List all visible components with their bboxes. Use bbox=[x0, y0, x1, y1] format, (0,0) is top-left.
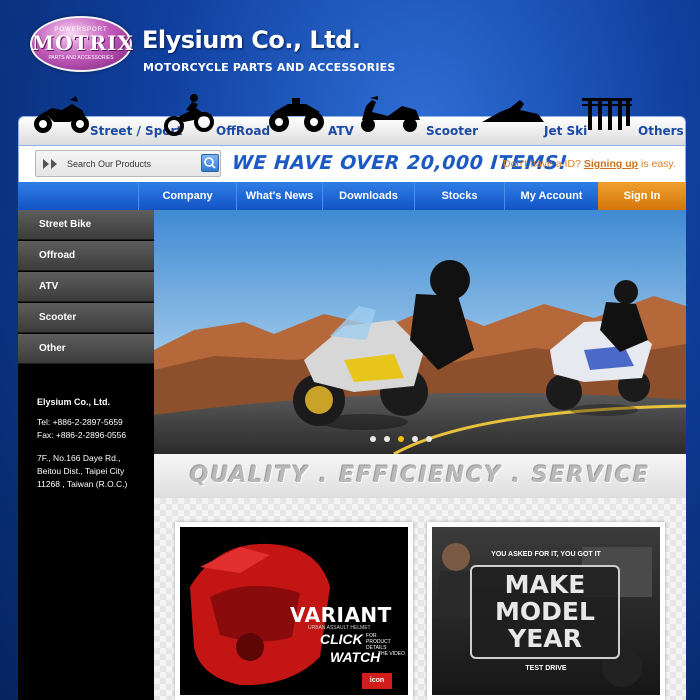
slider-dot-1[interactable] bbox=[370, 436, 376, 442]
category-label: Scooter bbox=[426, 124, 479, 138]
hero-slider[interactable] bbox=[154, 210, 686, 454]
contact-address-line: 11268 , Taiwan (R.O.C.) bbox=[37, 479, 128, 489]
logo-main-text: MOTRIX bbox=[32, 31, 134, 55]
promo-mmy-year: YEAR bbox=[508, 624, 582, 653]
site-header: POWERSPORT MOTRIX PARTS AND ACCESSORIES … bbox=[0, 0, 700, 92]
nav-my-account[interactable]: My Account bbox=[504, 182, 598, 210]
quality-banner: QUALITY . EFFICIENCY . SERVICE bbox=[154, 454, 686, 498]
sidebar: Street Bike Offroad ATV Scooter Other El… bbox=[18, 210, 154, 700]
company-name: Elysium Co., Ltd. bbox=[142, 26, 361, 54]
nav-company[interactable]: Company bbox=[138, 182, 236, 210]
search-row: WE HAVE OVER 20,000 ITEMS! Don't have a … bbox=[18, 146, 686, 182]
search-input[interactable] bbox=[67, 156, 187, 172]
search-box bbox=[35, 150, 221, 177]
nav-whats-news[interactable]: What's News bbox=[236, 182, 322, 210]
sidebar-item-offroad[interactable]: Offroad bbox=[18, 241, 154, 271]
dirt-bike-icon bbox=[164, 94, 214, 136]
slider-dot-3[interactable] bbox=[398, 436, 404, 442]
promo-mmy-make: MAKE bbox=[504, 570, 586, 599]
slider-dot-4[interactable] bbox=[412, 436, 418, 442]
category-label: OffRoad bbox=[216, 124, 271, 138]
promo-mmy-model: MODEL bbox=[495, 597, 595, 626]
contact-tel: Tel: +886-2-2897-5659 bbox=[37, 417, 123, 427]
category-label: ATV bbox=[328, 124, 354, 138]
category-label: Others bbox=[638, 124, 684, 138]
signup-link[interactable]: Signing up bbox=[584, 158, 638, 170]
double-chevron-right-icon bbox=[43, 159, 57, 169]
slider-dot-2[interactable] bbox=[384, 436, 390, 442]
category-offroad[interactable]: OffRoad bbox=[164, 92, 270, 146]
promo-mmy-image: YOU ASKED FOR IT, YOU GOT IT MAKE MODEL … bbox=[432, 527, 660, 695]
atv-icon bbox=[269, 98, 324, 132]
contact-company-name: Elysium Co., Ltd. bbox=[37, 397, 111, 407]
contact-address-line: Beitou Dist., Taipei City bbox=[37, 466, 125, 476]
icon-brand-badge: icon bbox=[362, 673, 392, 689]
promo-mmy-plate: MAKE MODEL YEAR bbox=[470, 565, 620, 659]
promo-mmy-bottom: TEST DRIVE bbox=[525, 665, 567, 672]
sign-in-button[interactable]: Sign In bbox=[598, 182, 686, 210]
main-nav: Company What's News Downloads Stocks My … bbox=[18, 182, 686, 210]
contact-address-line: 7F., No.166 Daye Rd., bbox=[37, 453, 121, 463]
sidebar-item-other[interactable]: Other bbox=[18, 334, 154, 364]
slider-dot-5[interactable] bbox=[426, 436, 432, 442]
promo-variant-watch-detail: THE VIDEO bbox=[378, 651, 405, 657]
contact-fax: Fax: +886-2-2896-0556 bbox=[37, 430, 127, 440]
main-content: QUALITY . EFFICIENCY . SERVICE VARIANT U… bbox=[154, 210, 686, 700]
promo-variant-title: VARIANT bbox=[290, 603, 392, 627]
signup-prefix: Don't have a ID? bbox=[503, 158, 581, 170]
promo-mmy-top: YOU ASKED FOR IT, YOU GOT IT bbox=[491, 551, 601, 558]
contact-info: Elysium Co., Ltd. Tel: +886-2-2897-5659 … bbox=[37, 396, 127, 491]
category-atv[interactable]: ATV bbox=[268, 92, 358, 146]
company-tagline: MOTORCYCLE PARTS AND ACCESSORIES bbox=[143, 61, 396, 74]
signup-suffix: is easy. bbox=[640, 158, 676, 170]
promo-variant-helmet[interactable]: VARIANT URBAN ASSAULT HELMET CLICK FOR P… bbox=[175, 522, 413, 700]
logo-bottom-text: PARTS AND ACCESSORIES bbox=[48, 55, 114, 61]
motrix-logo[interactable]: POWERSPORT MOTRIX PARTS AND ACCESSORIES bbox=[30, 16, 134, 72]
promo-area: VARIANT URBAN ASSAULT HELMET CLICK FOR P… bbox=[154, 498, 686, 700]
signup-prompt: Don't have a ID? Signing up is easy. bbox=[503, 158, 676, 170]
search-icon bbox=[204, 157, 216, 169]
nav-stocks[interactable]: Stocks bbox=[414, 182, 504, 210]
category-jet-ski[interactable]: Jet Ski bbox=[480, 92, 590, 146]
scooter-icon bbox=[361, 96, 420, 132]
nav-downloads[interactable]: Downloads bbox=[322, 182, 414, 210]
category-scooter[interactable]: Scooter bbox=[358, 92, 478, 146]
sidebar-item-scooter[interactable]: Scooter bbox=[18, 303, 154, 333]
promo-variant-image: VARIANT URBAN ASSAULT HELMET CLICK FOR P… bbox=[180, 527, 408, 695]
hero-image bbox=[154, 210, 686, 454]
promo-variant-click: CLICK bbox=[320, 631, 363, 647]
category-street-sport[interactable]: Street / Sport bbox=[32, 92, 182, 146]
category-bar: Street / Sport OffRoad ATV Scooter Jet S… bbox=[18, 92, 686, 146]
promo-variant-watch: WATCH bbox=[330, 649, 381, 665]
street-bike-icon bbox=[34, 96, 89, 133]
jet-ski-icon bbox=[482, 100, 544, 122]
sidebar-item-street-bike[interactable]: Street Bike bbox=[18, 210, 154, 240]
sidebar-item-atv[interactable]: ATV bbox=[18, 272, 154, 302]
category-others[interactable]: Others bbox=[580, 92, 684, 146]
parts-icon bbox=[582, 98, 632, 130]
promo-make-model-year[interactable]: YOU ASKED FOR IT, YOU GOT IT MAKE MODEL … bbox=[427, 522, 665, 700]
search-button[interactable] bbox=[201, 154, 219, 172]
